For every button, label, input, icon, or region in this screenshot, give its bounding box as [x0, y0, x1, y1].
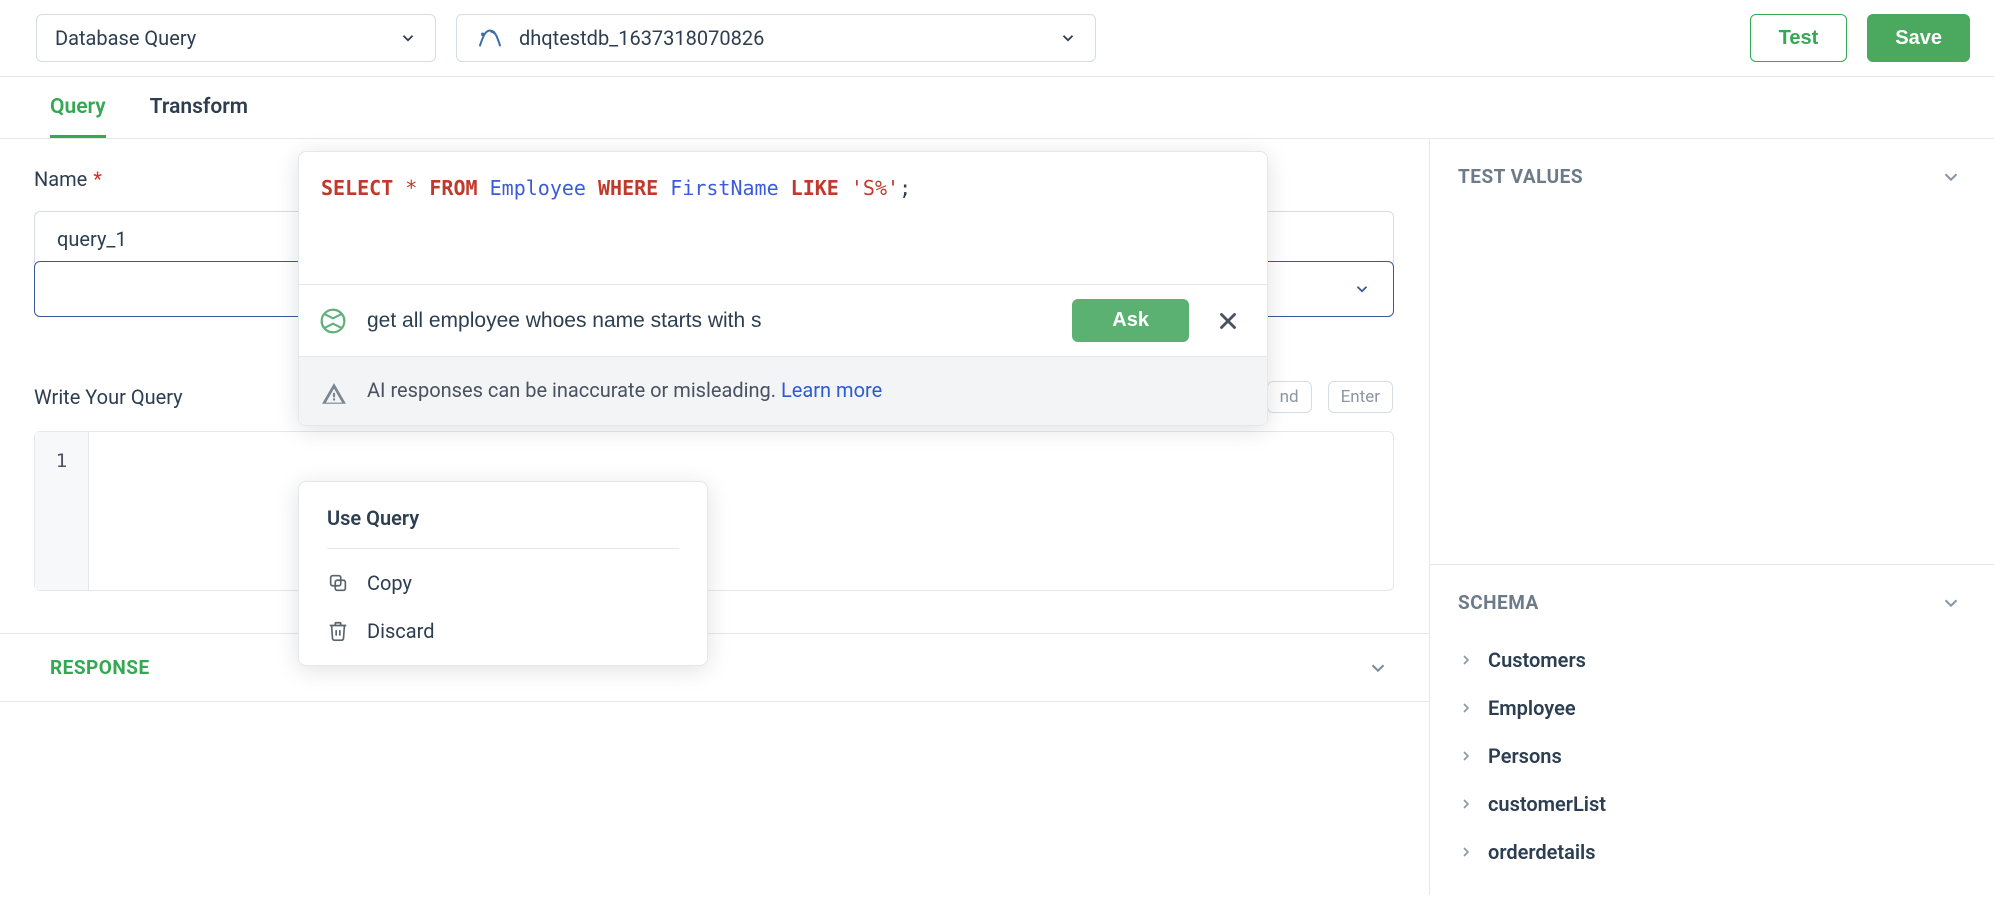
chevron-right-icon: [1458, 796, 1474, 812]
sql-preview: SELECT * FROM Employee WHERE FirstName L…: [299, 152, 1267, 284]
sql-token: *: [405, 176, 417, 200]
test-button-label: Test: [1779, 27, 1819, 50]
save-button[interactable]: Save: [1867, 14, 1970, 62]
main-content: Name * query_1 Write Your Query nd Enter: [0, 139, 1994, 895]
chevron-right-icon: [1458, 844, 1474, 860]
ai-warning: AI responses can be inaccurate or mislea…: [299, 356, 1267, 425]
right-column: TEST VALUES SCHEMA Customers: [1430, 139, 1994, 895]
test-button[interactable]: Test: [1750, 14, 1848, 62]
schema-item-label: Persons: [1488, 744, 1562, 768]
menu-item-label: Copy: [367, 571, 412, 595]
schema-item-label: Customers: [1488, 648, 1586, 672]
sql-token: LIKE: [791, 176, 839, 200]
chevron-right-icon: [1458, 652, 1474, 668]
required-asterisk: *: [93, 167, 102, 191]
menu-item-copy[interactable]: Copy: [299, 559, 707, 607]
use-query-header: Use Query: [299, 500, 707, 548]
sql-token: FirstName: [670, 176, 778, 200]
tab-transform[interactable]: Transform: [150, 95, 248, 138]
chevron-right-icon: [1458, 748, 1474, 764]
save-button-label: Save: [1895, 27, 1942, 50]
write-query-label: Write Your Query: [34, 385, 183, 409]
trash-icon: [327, 620, 349, 642]
name-label-text: Name: [34, 167, 87, 191]
schema-item-employee[interactable]: Employee: [1458, 684, 1962, 732]
schema-item-persons[interactable]: Persons: [1458, 732, 1962, 780]
menu-item-label: Discard: [367, 619, 435, 643]
warning-icon: [321, 375, 347, 407]
chevron-down-icon: [1059, 29, 1077, 47]
chevron-down-icon: [1367, 657, 1389, 679]
schema-item-orderdetails[interactable]: orderdetails: [1458, 828, 1962, 876]
chevron-right-icon: [1458, 700, 1474, 716]
db-connection-select[interactable]: dhqtestdb_1637318070826: [456, 14, 1096, 62]
left-column: Name * query_1 Write Your Query nd Enter: [0, 139, 1430, 895]
schema-item-customers[interactable]: Customers: [1458, 636, 1962, 684]
ask-button[interactable]: Ask: [1072, 299, 1189, 342]
tab-query[interactable]: Query: [50, 95, 106, 138]
keyboard-hint: nd Enter: [1267, 381, 1393, 413]
code-gutter: 1: [35, 432, 89, 590]
schema-header[interactable]: SCHEMA: [1458, 591, 1962, 614]
chevron-down-icon: [1940, 592, 1962, 614]
sql-token: FROM: [429, 176, 477, 200]
learn-more-link[interactable]: Learn more: [781, 378, 882, 402]
menu-item-discard[interactable]: Discard: [299, 607, 707, 655]
ai-suggestion-popup: SELECT * FROM Employee WHERE FirstName L…: [298, 151, 1268, 426]
warning-text-span: AI responses can be inaccurate or mislea…: [367, 378, 781, 402]
schema-item-label: customerList: [1488, 792, 1606, 816]
schema-item-label: orderdetails: [1488, 840, 1596, 864]
ai-prompt-row: Ask: [299, 284, 1267, 356]
ai-prompt-input[interactable]: [367, 303, 1054, 339]
sql-token: 'S%': [851, 176, 899, 200]
response-section-header[interactable]: RESPONSE: [0, 633, 1429, 702]
mysql-icon: [475, 23, 505, 53]
sql-token: WHERE: [598, 176, 658, 200]
chevron-down-icon: [1353, 280, 1371, 298]
chevron-down-icon: [399, 29, 417, 47]
use-query-menu: Use Query Copy Discard: [298, 481, 708, 666]
sql-token: SELECT: [321, 176, 393, 200]
query-type-value: Database Query: [55, 26, 196, 50]
key-nd: nd: [1267, 381, 1312, 413]
ai-warning-text: AI responses can be inaccurate or mislea…: [367, 375, 882, 407]
code-area[interactable]: [89, 432, 1393, 590]
copy-icon: [327, 572, 349, 594]
code-editor[interactable]: 1: [34, 431, 1394, 591]
query-type-select[interactable]: Database Query: [36, 14, 436, 62]
close-icon[interactable]: [1207, 304, 1249, 338]
schema-section: SCHEMA Customers Employee Persons: [1430, 564, 1994, 902]
key-enter: Enter: [1328, 381, 1393, 413]
ask-button-label: Ask: [1112, 309, 1149, 331]
test-values-header[interactable]: TEST VALUES: [1458, 165, 1962, 188]
response-label: RESPONSE: [50, 656, 150, 679]
schema-list: Customers Employee Persons customerList …: [1458, 636, 1962, 876]
schema-item-label: Employee: [1488, 696, 1576, 720]
schema-item-customerlist[interactable]: customerList: [1458, 780, 1962, 828]
test-values-section: TEST VALUES: [1430, 139, 1994, 214]
test-values-label: TEST VALUES: [1458, 165, 1583, 188]
sql-token: ;: [899, 176, 911, 200]
top-toolbar: Database Query dhqtestdb_1637318070826 T…: [0, 0, 1994, 77]
db-connection-value: dhqtestdb_1637318070826: [519, 26, 764, 50]
schema-label: SCHEMA: [1458, 591, 1539, 614]
chevron-down-icon: [1940, 166, 1962, 188]
menu-separator: [327, 548, 679, 549]
openai-icon: [317, 305, 349, 337]
tabs: Query Transform: [0, 77, 1994, 139]
line-number: 1: [35, 450, 88, 472]
sql-token: Employee: [490, 176, 586, 200]
